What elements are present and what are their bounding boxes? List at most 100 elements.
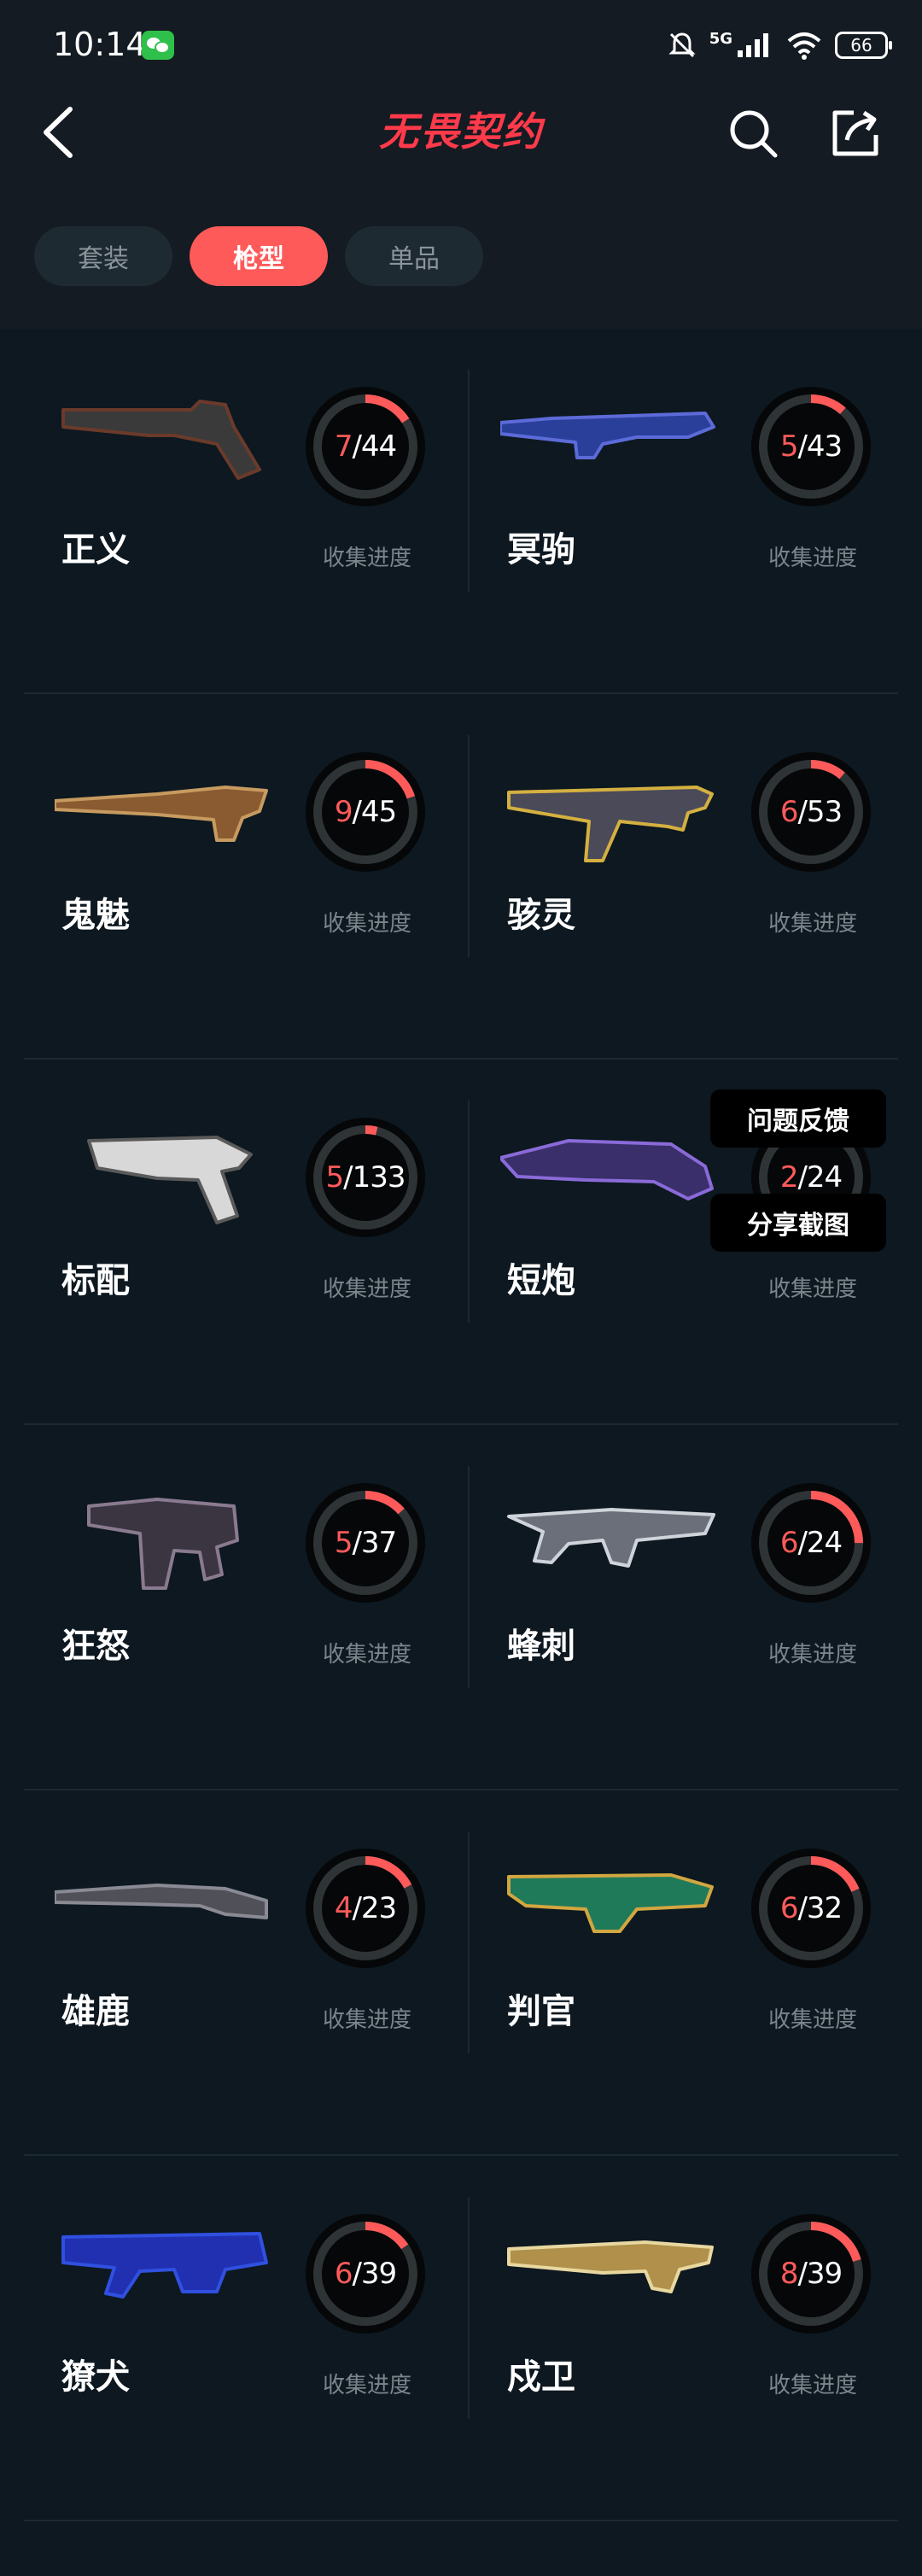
weapon-card[interactable]: 标配 5/133 收集进度 (24, 1060, 459, 1423)
count-separator: / (352, 429, 362, 464)
collected-count: 6 (779, 1891, 799, 1925)
tab-weapon-types[interactable]: 枪型 (190, 226, 328, 286)
weapon-name: 戍卫 (507, 2357, 575, 2397)
count-separator: / (797, 1891, 808, 1925)
collected-count: 6 (779, 1526, 799, 1560)
progress-count: 6/53 (751, 752, 871, 872)
weapon-name: 标配 (61, 1261, 130, 1300)
tab-items[interactable]: 单品 (345, 226, 483, 286)
weapon-row: 狂怒 5/37 收集进度 蜂刺 6/24 收集进度 (24, 1425, 898, 1790)
progress-count: 5/133 (306, 1118, 425, 1237)
weapon-image (507, 786, 714, 862)
network-type: 5G (709, 29, 732, 48)
progress-label: 收集进度 (768, 2007, 858, 2033)
weapon-name: 蜂刺 (507, 1627, 575, 1666)
weapon-name: 正义 (61, 530, 130, 570)
weapon-card[interactable]: 蜂刺 6/24 收集进度 (470, 1425, 905, 1789)
total-count: 43 (806, 429, 843, 464)
weapon-grid: 正义 7/44 收集进度 冥驹 5/43 收集进度 鬼魅 9/45 收集进度 骇灵 6/53 收集进度… (24, 329, 898, 2521)
progress-label: 收集进度 (323, 1276, 412, 1302)
share-icon[interactable] (828, 106, 883, 161)
collected-count: 9 (334, 795, 353, 829)
status-bar: 10:14 5G 66 (0, 0, 922, 94)
total-count: 53 (806, 795, 843, 829)
progress-label: 收集进度 (323, 1642, 412, 1668)
progress-count: 6/24 (751, 1483, 871, 1603)
weapon-card[interactable]: 雄鹿 4/23 收集进度 (24, 1790, 459, 2154)
progress-count: 8/39 (751, 2214, 871, 2334)
collected-count: 4 (334, 1891, 353, 1925)
weapon-image (61, 2232, 268, 2299)
progress-label: 收集进度 (768, 2373, 858, 2398)
progress-label: 收集进度 (768, 1276, 858, 1302)
collected-count: 5 (325, 1160, 344, 1195)
weapon-name: 鬼魅 (61, 896, 130, 935)
wifi-icon (787, 32, 821, 60)
total-count: 39 (360, 2257, 397, 2291)
progress-count: 4/23 (306, 1849, 425, 1968)
progress-count: 7/44 (306, 387, 425, 506)
progress-count: 6/39 (306, 2214, 425, 2334)
weapon-name: 判官 (507, 1992, 575, 2031)
progress-label: 收集进度 (768, 911, 858, 937)
weapon-row: 鬼魅 9/45 收集进度 骇灵 6/53 收集进度 (24, 694, 898, 1060)
progress-count: 6/32 (751, 1849, 871, 1968)
total-count: 24 (806, 1160, 843, 1195)
wechat-icon (142, 31, 174, 60)
collected-count: 5 (334, 1526, 353, 1560)
count-separator: / (797, 1526, 808, 1560)
collected-count: 8 (779, 2257, 799, 2291)
weapon-name: 短炮 (507, 1261, 575, 1300)
weapon-image (87, 1498, 239, 1590)
weapon-name: 骇灵 (507, 896, 575, 935)
weapon-image (507, 1508, 715, 1568)
weapon-card[interactable]: 骇灵 6/53 收集进度 (470, 694, 905, 1058)
weapon-image (500, 1139, 714, 1200)
search-icon[interactable] (726, 106, 780, 161)
collected-count: 7 (334, 429, 353, 464)
progress-label: 收集进度 (323, 2373, 412, 2398)
mute-bell-icon (668, 32, 696, 58)
weapon-card[interactable]: 判官 6/32 收集进度 (470, 1790, 905, 2154)
weapon-row: 雄鹿 4/23 收集进度 判官 6/32 收集进度 (24, 1790, 898, 2156)
weapon-row: 獠犬 6/39 收集进度 戍卫 8/39 收集进度 (24, 2156, 898, 2521)
progress-label: 收集进度 (323, 911, 412, 937)
collected-count: 6 (334, 2257, 353, 2291)
weapon-card[interactable]: 狂怒 5/37 收集进度 (24, 1425, 459, 1789)
count-separator: / (352, 1526, 362, 1560)
progress-label: 收集进度 (768, 546, 858, 571)
share-screenshot-button[interactable]: 分享截图 (710, 1194, 886, 1252)
weapon-image (55, 1884, 268, 1919)
count-separator: / (352, 1891, 362, 1925)
weapon-row: 正义 7/44 收集进度 冥驹 5/43 收集进度 (24, 329, 898, 694)
count-separator: / (343, 1160, 353, 1195)
weapon-card[interactable]: 戍卫 8/39 收集进度 (470, 2156, 905, 2520)
weapon-card[interactable]: 冥驹 5/43 收集进度 (470, 329, 905, 692)
total-count: 133 (352, 1160, 406, 1195)
progress-label: 收集进度 (323, 2007, 412, 2033)
total-count: 37 (360, 1526, 397, 1560)
collected-count: 2 (779, 1160, 799, 1195)
weapon-card[interactable]: 鬼魅 9/45 收集进度 (24, 694, 459, 1058)
feedback-button[interactable]: 问题反馈 (710, 1089, 886, 1148)
weapon-card[interactable]: 獠犬 6/39 收集进度 (24, 2156, 459, 2520)
weapon-image (507, 1873, 714, 1933)
progress-count: 9/45 (306, 752, 425, 872)
tab-sets[interactable]: 套装 (34, 226, 172, 286)
progress-count: 5/37 (306, 1483, 425, 1603)
category-tabs: 套装 枪型 单品 (34, 226, 483, 286)
weapon-card[interactable]: 正义 7/44 收集进度 (24, 329, 459, 692)
progress-count: 5/43 (751, 387, 871, 506)
weapon-image (55, 786, 268, 842)
weapon-name: 獠犬 (61, 2357, 130, 2397)
battery-icon: 66 (835, 32, 892, 59)
total-count: 24 (806, 1526, 843, 1560)
count-separator: / (352, 2257, 362, 2291)
status-icons: 5G 66 (667, 24, 892, 67)
page-title: 无畏契约 (379, 108, 543, 155)
weapon-image (507, 2240, 714, 2293)
weapon-image (87, 1136, 253, 1224)
total-count: 23 (360, 1891, 397, 1925)
total-count: 44 (360, 429, 397, 464)
weapon-image (61, 400, 261, 480)
